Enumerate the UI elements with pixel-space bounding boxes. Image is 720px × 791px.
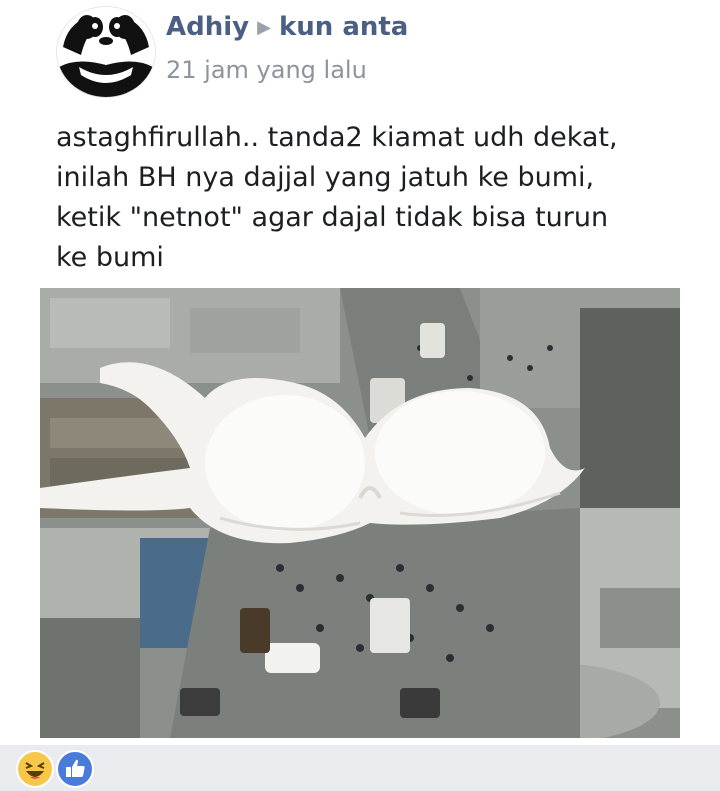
post-text: astaghfirullah.. tanda2 kiamat udh dekat… [56, 118, 666, 278]
post-header: Adhiy ▶ kun anta [166, 12, 408, 42]
post-text-line: ke bumi [56, 242, 164, 273]
panda-avatar-icon [57, 7, 155, 97]
post-card: Adhiy ▶ kun anta 21 jam yang lalu astaghfi… [0, 0, 720, 745]
arrow-right-icon: ▶ [257, 17, 271, 38]
post-photo[interactable] [40, 288, 680, 738]
post-text-line: inilah BH nya dajjal yang jatuh ke bumi, [56, 162, 595, 193]
like-icon[interactable] [56, 750, 94, 788]
avatar[interactable] [56, 6, 156, 98]
post-text-line: astaghfirullah.. tanda2 kiamat udh dekat… [56, 122, 618, 153]
post-text-line: ketik "netnot" agar dajal tidak bisa tur… [56, 202, 609, 233]
target-name-link[interactable]: kun anta [279, 12, 408, 42]
author-name-link[interactable]: Adhiy [166, 12, 249, 42]
haha-icon[interactable] [16, 750, 54, 788]
photo-aerial-scene [40, 288, 680, 738]
post-timestamp[interactable]: 21 jam yang lalu [166, 56, 367, 84]
